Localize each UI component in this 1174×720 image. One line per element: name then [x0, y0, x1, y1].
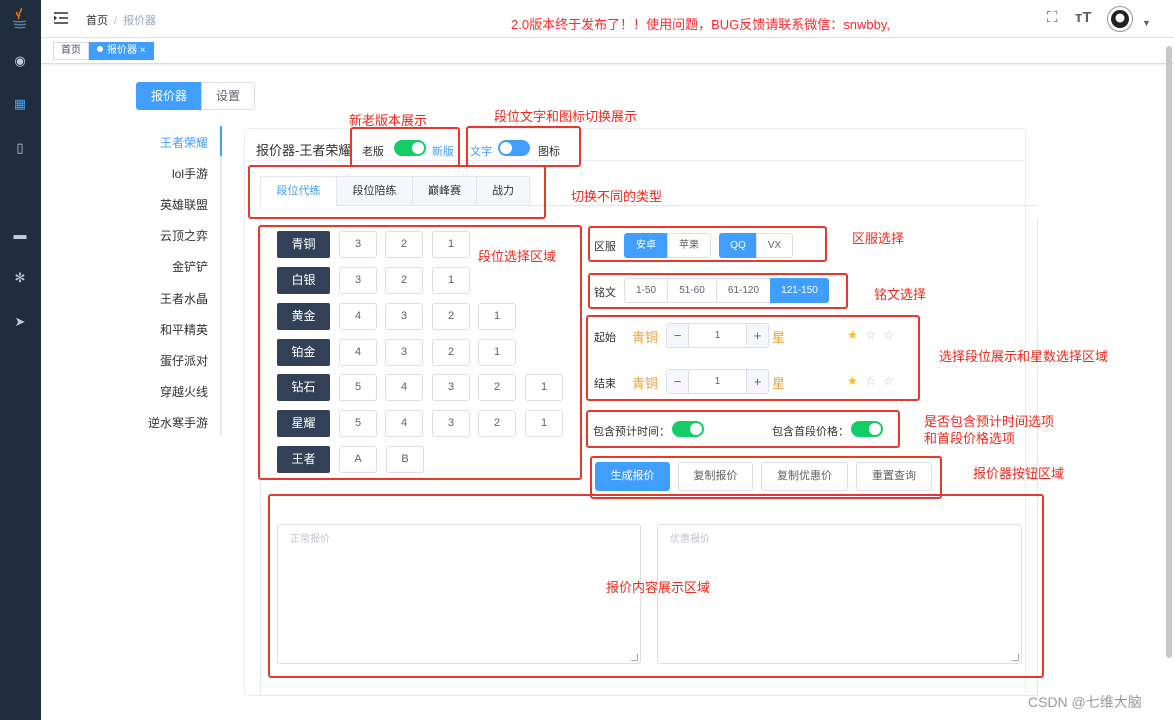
tag-current[interactable]: 报价器 × — [89, 42, 154, 60]
breadcrumb-home[interactable]: 首页 — [86, 15, 108, 27]
tags-view: 首页 报价器 × — [41, 38, 1174, 64]
annotation-text: 段位选择区域 — [478, 249, 557, 264]
font-size-icon[interactable]: тT — [1075, 9, 1092, 26]
annotation-text: 和首段价格选项 — [924, 431, 1016, 446]
game-item[interactable]: lol手游 — [172, 165, 208, 182]
annotation-box — [588, 226, 827, 262]
game-item[interactable]: 蛋仔派对 — [160, 352, 208, 369]
tab-settings[interactable]: 设置 — [201, 82, 255, 110]
quoter-icon[interactable]: ▦ — [12, 96, 28, 112]
game-item[interactable]: 金铲铲 — [172, 258, 208, 275]
game-list-line — [220, 126, 222, 436]
navbar: 首页 / 报价器 2.0版本终于发布了！！使用问题，BUG反馈请联系微信：snwbb… — [41, 0, 1174, 38]
annotation-text: 段位文字和图标切换展示 — [494, 109, 638, 124]
active-dot-icon — [97, 46, 103, 52]
game-active-indicator — [220, 126, 222, 156]
annotation-box — [248, 165, 546, 219]
annotation-text: 切换不同的类型 — [571, 189, 663, 204]
hamburger-icon[interactable] — [54, 12, 68, 24]
java-logo-icon[interactable] — [8, 6, 32, 32]
gear-icon[interactable]: ✻ — [12, 270, 28, 286]
annotation-text: 选择段位展示和星数选择区域 — [939, 349, 1109, 364]
notice-text: 2.0版本终于发布了！！使用问题，BUG反馈请联系微信：snwbby, — [511, 17, 890, 32]
sidebar: ◉ ▦ ▯ ▬ ✻ ➤ — [0, 0, 41, 720]
avatar[interactable] — [1107, 6, 1133, 32]
game-item[interactable]: 王者水晶 — [160, 290, 208, 307]
tag-current-label: 报价器 — [107, 45, 137, 56]
game-item[interactable]: 王者荣耀 — [160, 134, 208, 151]
annotation-text: 新老版本展示 — [349, 113, 428, 128]
game-item[interactable]: 逆水寒手游 — [148, 414, 208, 431]
send-icon[interactable]: ➤ — [12, 314, 28, 330]
game-item[interactable]: 英雄联盟 — [160, 196, 208, 213]
fullscreen-icon[interactable]: ⛶ — [1047, 9, 1058, 26]
page-scrollbar[interactable] — [1166, 46, 1172, 658]
game-item[interactable]: 穿越火线 — [160, 383, 208, 400]
annotation-text: 铭文选择 — [874, 287, 927, 302]
game-item[interactable]: 云顶之弈 — [160, 227, 208, 244]
annotation-text: 报价器按钮区域 — [973, 466, 1065, 481]
annotation-box — [590, 456, 942, 499]
tag-home[interactable]: 首页 — [53, 42, 89, 60]
dashboard-icon[interactable]: ◉ — [12, 53, 28, 69]
annotation-box — [588, 273, 848, 309]
card-title: 报价器-王者荣耀 — [256, 143, 352, 158]
github-icon — [1111, 10, 1129, 28]
close-icon[interactable]: × — [140, 45, 146, 56]
chevron-down-icon[interactable]: ▼ — [1142, 18, 1151, 28]
game-item[interactable]: 和平精英 — [160, 321, 208, 338]
breadcrumb-current: 报价器 — [123, 15, 157, 27]
annotation-box — [466, 126, 581, 167]
breadcrumb: 首页 / 报价器 — [86, 15, 157, 27]
chat-icon[interactable]: ▬ — [12, 227, 28, 243]
watermark: CSDN @七维大脑 — [1028, 694, 1142, 710]
annotation-text: 报价内容展示区域 — [606, 580, 711, 595]
annotation-box — [350, 127, 460, 167]
annotation-box — [586, 410, 900, 448]
phone-icon[interactable]: ▯ — [12, 140, 28, 156]
annotation-box — [586, 315, 920, 401]
annotation-text: 区服选择 — [852, 231, 905, 246]
tab-quoter[interactable]: 报价器 — [136, 82, 202, 110]
